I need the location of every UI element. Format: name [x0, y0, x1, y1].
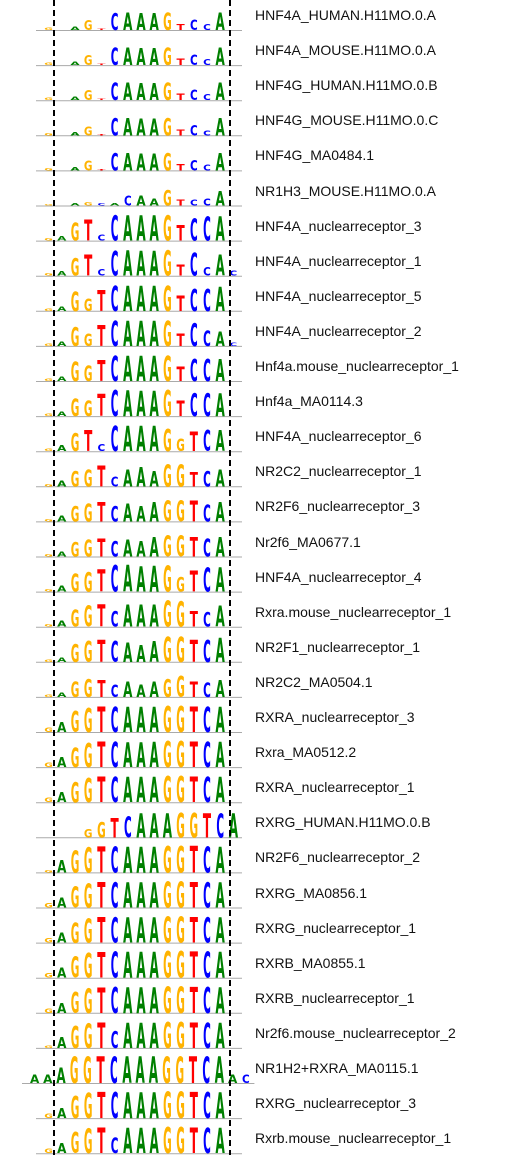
motif-name: HNF4A_MOUSE.H11MO.0.A: [255, 42, 437, 59]
motif-row: Rxra_MA0512.2: [0, 737, 515, 772]
motif-name: RXRG_MA0856.1: [255, 884, 368, 901]
motif-name: HNF4G_MOUSE.H11MO.0.C: [255, 112, 439, 129]
motif-name: RXRA_nuclearreceptor_3: [255, 709, 415, 725]
motif-name: Nr2f6_MA0677.1: [255, 533, 361, 550]
motif-row: RXRA_nuclearreceptor_1: [0, 772, 515, 807]
motif-name: NR2F6_nuclearreceptor_3: [255, 498, 420, 515]
motif-name: HNF4A_nuclearreceptor_1: [255, 252, 422, 269]
motif-name: RXRG_nuclearreceptor_1: [255, 919, 417, 936]
motif-name: HNF4G_MA0484.1: [255, 147, 375, 164]
motif-row: NR2F1_nuclearreceptor_1: [0, 632, 515, 667]
motif-name: NR1H3_MOUSE.H11MO.0.A: [255, 182, 437, 199]
motif-row: NR2F6_nuclearreceptor_3: [0, 491, 515, 526]
motif-row: Rxra.mouse_nuclearreceptor_1: [0, 597, 515, 632]
motif-row: HNF4A_nuclearreceptor_5: [0, 281, 515, 316]
motif-row: HNF4A_MOUSE.H11MO.0.A: [0, 35, 515, 70]
motif-name: Hnf4a.mouse_nuclearreceptor_1: [255, 358, 459, 374]
motif-row: Nr2f6.mouse_nuclearreceptor_2: [0, 1018, 515, 1053]
motif-row: NR2F6_nuclearreceptor_2: [0, 842, 515, 877]
motif-name: NR2C2_MA0504.1: [255, 673, 373, 690]
motif-name: HNF4A_nuclearreceptor_3: [255, 217, 422, 234]
motif-name: NR2C2_nuclearreceptor_1: [255, 463, 422, 480]
motif-name: NR1H2+RXRA_MA0115.1: [255, 1060, 419, 1076]
motif-row: RXRG_nuclearreceptor_1: [0, 913, 515, 948]
motif-name: NR2F1_nuclearreceptor_1: [255, 638, 420, 655]
motif-name: RXRG_HUMAN.H11MO.0.B: [255, 814, 431, 831]
motif-row: HNF4A_nuclearreceptor_3: [0, 211, 515, 246]
motif-row: HNF4A_nuclearreceptor_2: [0, 316, 515, 351]
motif-name: HNF4A_HUMAN.H11MO.0.A: [255, 7, 437, 23]
motif-row: Hnf4a.mouse_nuclearreceptor_1: [0, 351, 515, 386]
motif-row: RXRB_MA0855.1: [0, 948, 515, 983]
motif-name: HNF4A_nuclearreceptor_4: [255, 568, 422, 585]
motif-name: Hnf4a_MA0114.3: [255, 393, 363, 410]
motif-row: RXRB_nuclearreceptor_1: [0, 983, 515, 1018]
motif-row: HNF4G_MOUSE.H11MO.0.C: [0, 105, 515, 140]
motif-row: NR1H3_MOUSE.H11MO.0.A: [0, 176, 515, 211]
motif-row: HNF4A_nuclearreceptor_4: [0, 562, 515, 597]
motif-row: HNF4A_nuclearreceptor_6: [0, 421, 515, 456]
motif-alignment-figure: GAGTCAAAGTCCAGAGTCAAAGTCCAGAGTCAAAGTCCAG…: [0, 0, 515, 1155]
motif-name: Nr2f6.mouse_nuclearreceptor_2: [255, 1024, 456, 1041]
motif-name: HNF4A_nuclearreceptor_5: [255, 287, 422, 304]
motif-name: HNF4G_HUMAN.H11MO.0.B: [255, 77, 438, 94]
motif-row: HNF4A_nuclearreceptor_1: [0, 246, 515, 281]
motif-row: RXRA_nuclearreceptor_3: [0, 702, 515, 737]
motif-row: Nr2f6_MA0677.1: [0, 527, 515, 562]
motif-name: RXRA_nuclearreceptor_1: [255, 779, 415, 796]
motif-name: HNF4A_nuclearreceptor_2: [255, 322, 422, 339]
motif-name: NR2F6_nuclearreceptor_2: [255, 849, 420, 866]
motif-row: NR1H2+RXRA_MA0115.1: [0, 1053, 515, 1088]
motif-row: Rxrb.mouse_nuclearreceptor_1: [0, 1123, 515, 1158]
motif-name: HNF4A_nuclearreceptor_6: [255, 428, 422, 445]
motif-row: HNF4G_HUMAN.H11MO.0.B: [0, 70, 515, 105]
motif-name: RXRG_nuclearreceptor_3: [255, 1095, 417, 1112]
motif-row: NR2C2_MA0504.1: [0, 667, 515, 702]
motif-row: RXRG_HUMAN.H11MO.0.B: [0, 807, 515, 842]
motif-name: Rxra_MA0512.2: [255, 744, 357, 761]
motif-row: NR2C2_nuclearreceptor_1: [0, 456, 515, 491]
motif-name: RXRB_nuclearreceptor_1: [255, 989, 415, 1006]
motif-row: Hnf4a_MA0114.3: [0, 386, 515, 421]
motif-row: HNF4A_HUMAN.H11MO.0.A: [0, 0, 515, 35]
motif-name: Rxrb.mouse_nuclearreceptor_1: [255, 1130, 452, 1147]
motif-row: RXRG_nuclearreceptor_3: [0, 1088, 515, 1123]
motif-name: RXRB_MA0855.1: [255, 954, 366, 971]
motif-row: RXRG_MA0856.1: [0, 878, 515, 913]
motif-row: HNF4G_MA0484.1: [0, 140, 515, 175]
motif-name: Rxra.mouse_nuclearreceptor_1: [255, 603, 452, 620]
